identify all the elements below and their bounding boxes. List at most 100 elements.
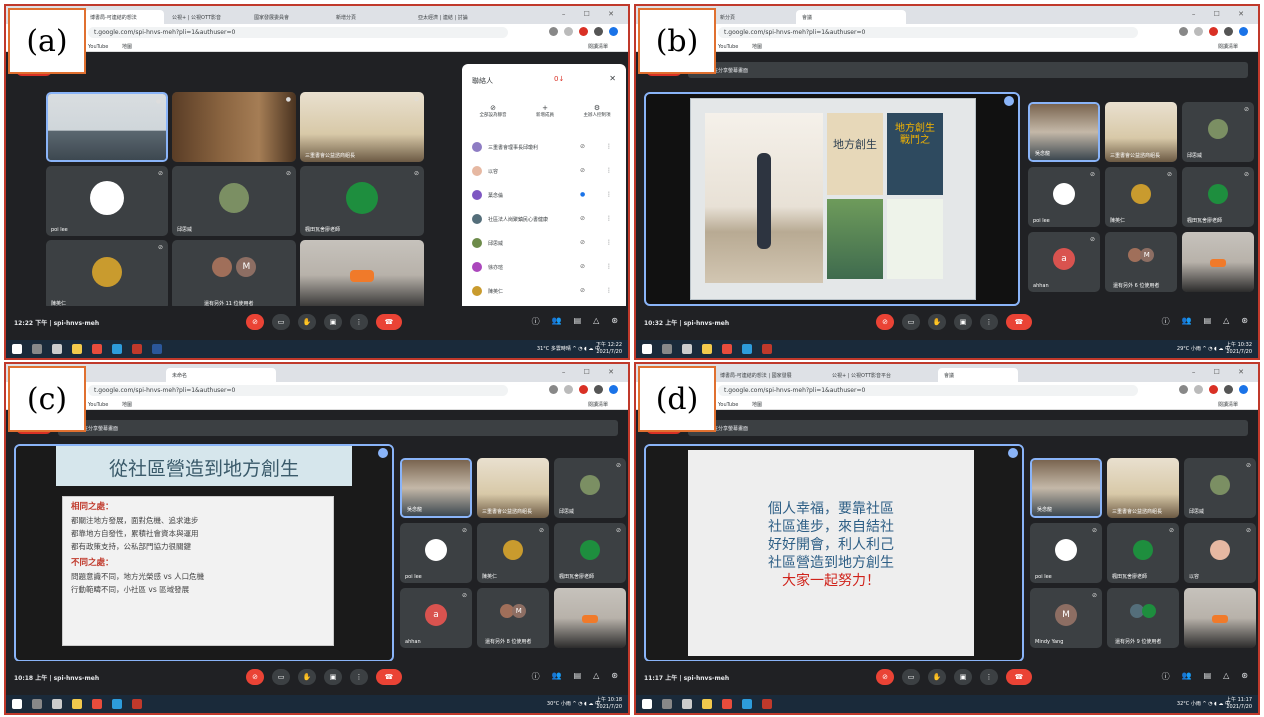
chrome-icon[interactable]	[722, 344, 732, 354]
camera-icon[interactable]: ▭	[272, 314, 290, 330]
people-icon[interactable]: 👥	[1182, 671, 1192, 682]
end-call-icon[interactable]: ☎	[376, 314, 402, 330]
activities-icon[interactable]: △	[593, 316, 599, 327]
browser-tab[interactable]: 新分頁	[714, 10, 794, 24]
share-icon[interactable]	[549, 385, 558, 394]
activities-icon[interactable]: △	[593, 671, 599, 682]
profile-icon[interactable]	[1239, 385, 1248, 394]
mic-off-icon[interactable]: ⊘	[246, 669, 264, 685]
more-icon[interactable]: ⋮	[980, 314, 998, 330]
meet-app-icon[interactable]	[112, 344, 122, 354]
lock-icon[interactable]: ⊛	[1241, 671, 1248, 682]
camera-icon[interactable]: ▭	[902, 669, 920, 685]
puzzle-icon[interactable]	[1224, 27, 1233, 36]
star-icon[interactable]	[564, 27, 573, 36]
activities-icon[interactable]: △	[1223, 316, 1229, 327]
window-controls[interactable]: – ☐ ✕	[562, 368, 622, 376]
browser-tab[interactable]: 國家發展委員會	[248, 10, 328, 24]
bookmark-youtube[interactable]: YouTube	[718, 402, 738, 408]
people-icon[interactable]: 👥	[552, 671, 562, 682]
extension-icon[interactable]	[579, 385, 588, 394]
share-icon[interactable]	[549, 27, 558, 36]
end-call-icon[interactable]: ☎	[1006, 669, 1032, 685]
people-row[interactable]: 社區法人崗聚鎮民心書健康 ⊘ ⋮	[472, 212, 620, 226]
raise-hand-icon[interactable]: ✋	[928, 669, 946, 685]
browser-tab[interactable]: 會議	[938, 368, 1018, 382]
present-icon[interactable]: ▣	[954, 669, 972, 685]
chrome-icon[interactable]	[92, 699, 102, 709]
bookmark-maps[interactable]: 地圖	[122, 44, 132, 50]
search-icon[interactable]	[32, 699, 42, 709]
star-icon[interactable]	[1194, 385, 1203, 394]
bookmark-youtube[interactable]: YouTube	[718, 44, 738, 50]
star-icon[interactable]	[564, 385, 573, 394]
lock-icon[interactable]: ⊛	[1241, 316, 1248, 327]
more-icon[interactable]: ⋮	[606, 263, 612, 270]
present-icon[interactable]: ▣	[954, 314, 972, 330]
browser-tab[interactable]	[84, 368, 164, 382]
mic-off-icon[interactable]: ⊘	[580, 143, 585, 150]
reading-list[interactable]: 閱讀清單	[1218, 401, 1238, 408]
task-view-icon[interactable]	[682, 344, 692, 354]
meet-app-icon[interactable]	[112, 699, 122, 709]
puzzle-icon[interactable]	[594, 27, 603, 36]
start-icon[interactable]	[642, 699, 652, 709]
browser-tab[interactable]: 未命名	[166, 368, 276, 382]
more-icon[interactable]: ⋮	[350, 669, 368, 685]
mic-off-icon[interactable]: ⊘	[876, 669, 894, 685]
people-row[interactable]: 邱思威 ⊘ ⋮	[472, 236, 620, 250]
browser-tab[interactable]: 新增分頁	[330, 10, 410, 24]
browser-tab[interactable]: 公視+ | 公視OTT影音	[166, 10, 246, 24]
people-row[interactable]: 徐亦瑄 ⊘ ⋮	[472, 260, 620, 274]
bookmark-maps[interactable]: 地圖	[752, 402, 762, 408]
people-row[interactable]: 以容 ⊘ ⋮	[472, 164, 620, 178]
present-icon[interactable]: ▣	[324, 669, 342, 685]
star-icon[interactable]	[1194, 27, 1203, 36]
people-row[interactable]: 葉念倫 ● ⋮	[472, 188, 620, 202]
browser-tab[interactable]: 公視+ | 公視OTT影音平台	[826, 368, 936, 382]
puzzle-icon[interactable]	[594, 385, 603, 394]
window-controls[interactable]: – ☐ ✕	[1192, 368, 1252, 376]
mic-off-icon[interactable]: ⊘	[246, 314, 264, 330]
more-icon[interactable]: ⋮	[606, 287, 612, 294]
browser-tab[interactable]: 博書局-可連結的想法	[84, 10, 164, 24]
meet-app-icon[interactable]	[742, 699, 752, 709]
options-icon[interactable]	[1008, 448, 1018, 458]
chat-icon[interactable]: ▤	[1204, 671, 1212, 682]
mic-off-icon[interactable]: ⊘	[876, 314, 894, 330]
meet-app-icon[interactable]	[742, 344, 752, 354]
more-icon[interactable]: ⋮	[606, 239, 612, 246]
reading-list[interactable]: 閱讀清單	[1218, 43, 1238, 50]
window-controls[interactable]: – ☐ ✕	[562, 10, 622, 18]
options-icon[interactable]	[378, 448, 388, 458]
people-row[interactable]: 三重書會理事長邱瓊利 ⊘ ⋮	[472, 140, 620, 154]
url-field[interactable]: t.google.com/spi-hnvs-meh?pli=1&authuser…	[718, 27, 1138, 38]
search-icon[interactable]	[662, 344, 672, 354]
window-controls[interactable]: – ☐ ✕	[1192, 10, 1252, 18]
file-explorer-icon[interactable]	[72, 699, 82, 709]
lock-icon[interactable]: ⊛	[611, 316, 618, 327]
browser-tab[interactable]: 博書局-可連結的想法 | 國家發展	[714, 368, 824, 382]
file-explorer-icon[interactable]	[72, 344, 82, 354]
notification-badge[interactable]: 0↓	[554, 75, 564, 83]
bookmark-maps[interactable]: 地圖	[122, 402, 132, 408]
more-icon[interactable]: ⋮	[606, 215, 612, 222]
add-people-button[interactable]: + 新增成員	[520, 104, 570, 118]
chat-icon[interactable]: ▤	[574, 316, 582, 327]
acrobat-icon[interactable]	[762, 344, 772, 354]
options-icon[interactable]	[1004, 96, 1014, 106]
start-icon[interactable]	[12, 344, 22, 354]
mic-off-icon[interactable]: ⊘	[580, 215, 585, 222]
more-icon[interactable]: ⋮	[606, 143, 612, 150]
mic-off-icon[interactable]: ⊘	[580, 263, 585, 270]
bookmark-youtube[interactable]: YouTube	[88, 44, 108, 50]
camera-icon[interactable]: ▭	[272, 669, 290, 685]
mic-off-icon[interactable]: ⊘	[580, 287, 585, 294]
start-icon[interactable]	[642, 344, 652, 354]
file-explorer-icon[interactable]	[702, 699, 712, 709]
search-icon[interactable]	[662, 699, 672, 709]
raise-hand-icon[interactable]: ✋	[298, 669, 316, 685]
chat-icon[interactable]: ▤	[1204, 316, 1212, 327]
file-explorer-icon[interactable]	[702, 344, 712, 354]
info-icon[interactable]: ⓘ	[532, 316, 540, 327]
